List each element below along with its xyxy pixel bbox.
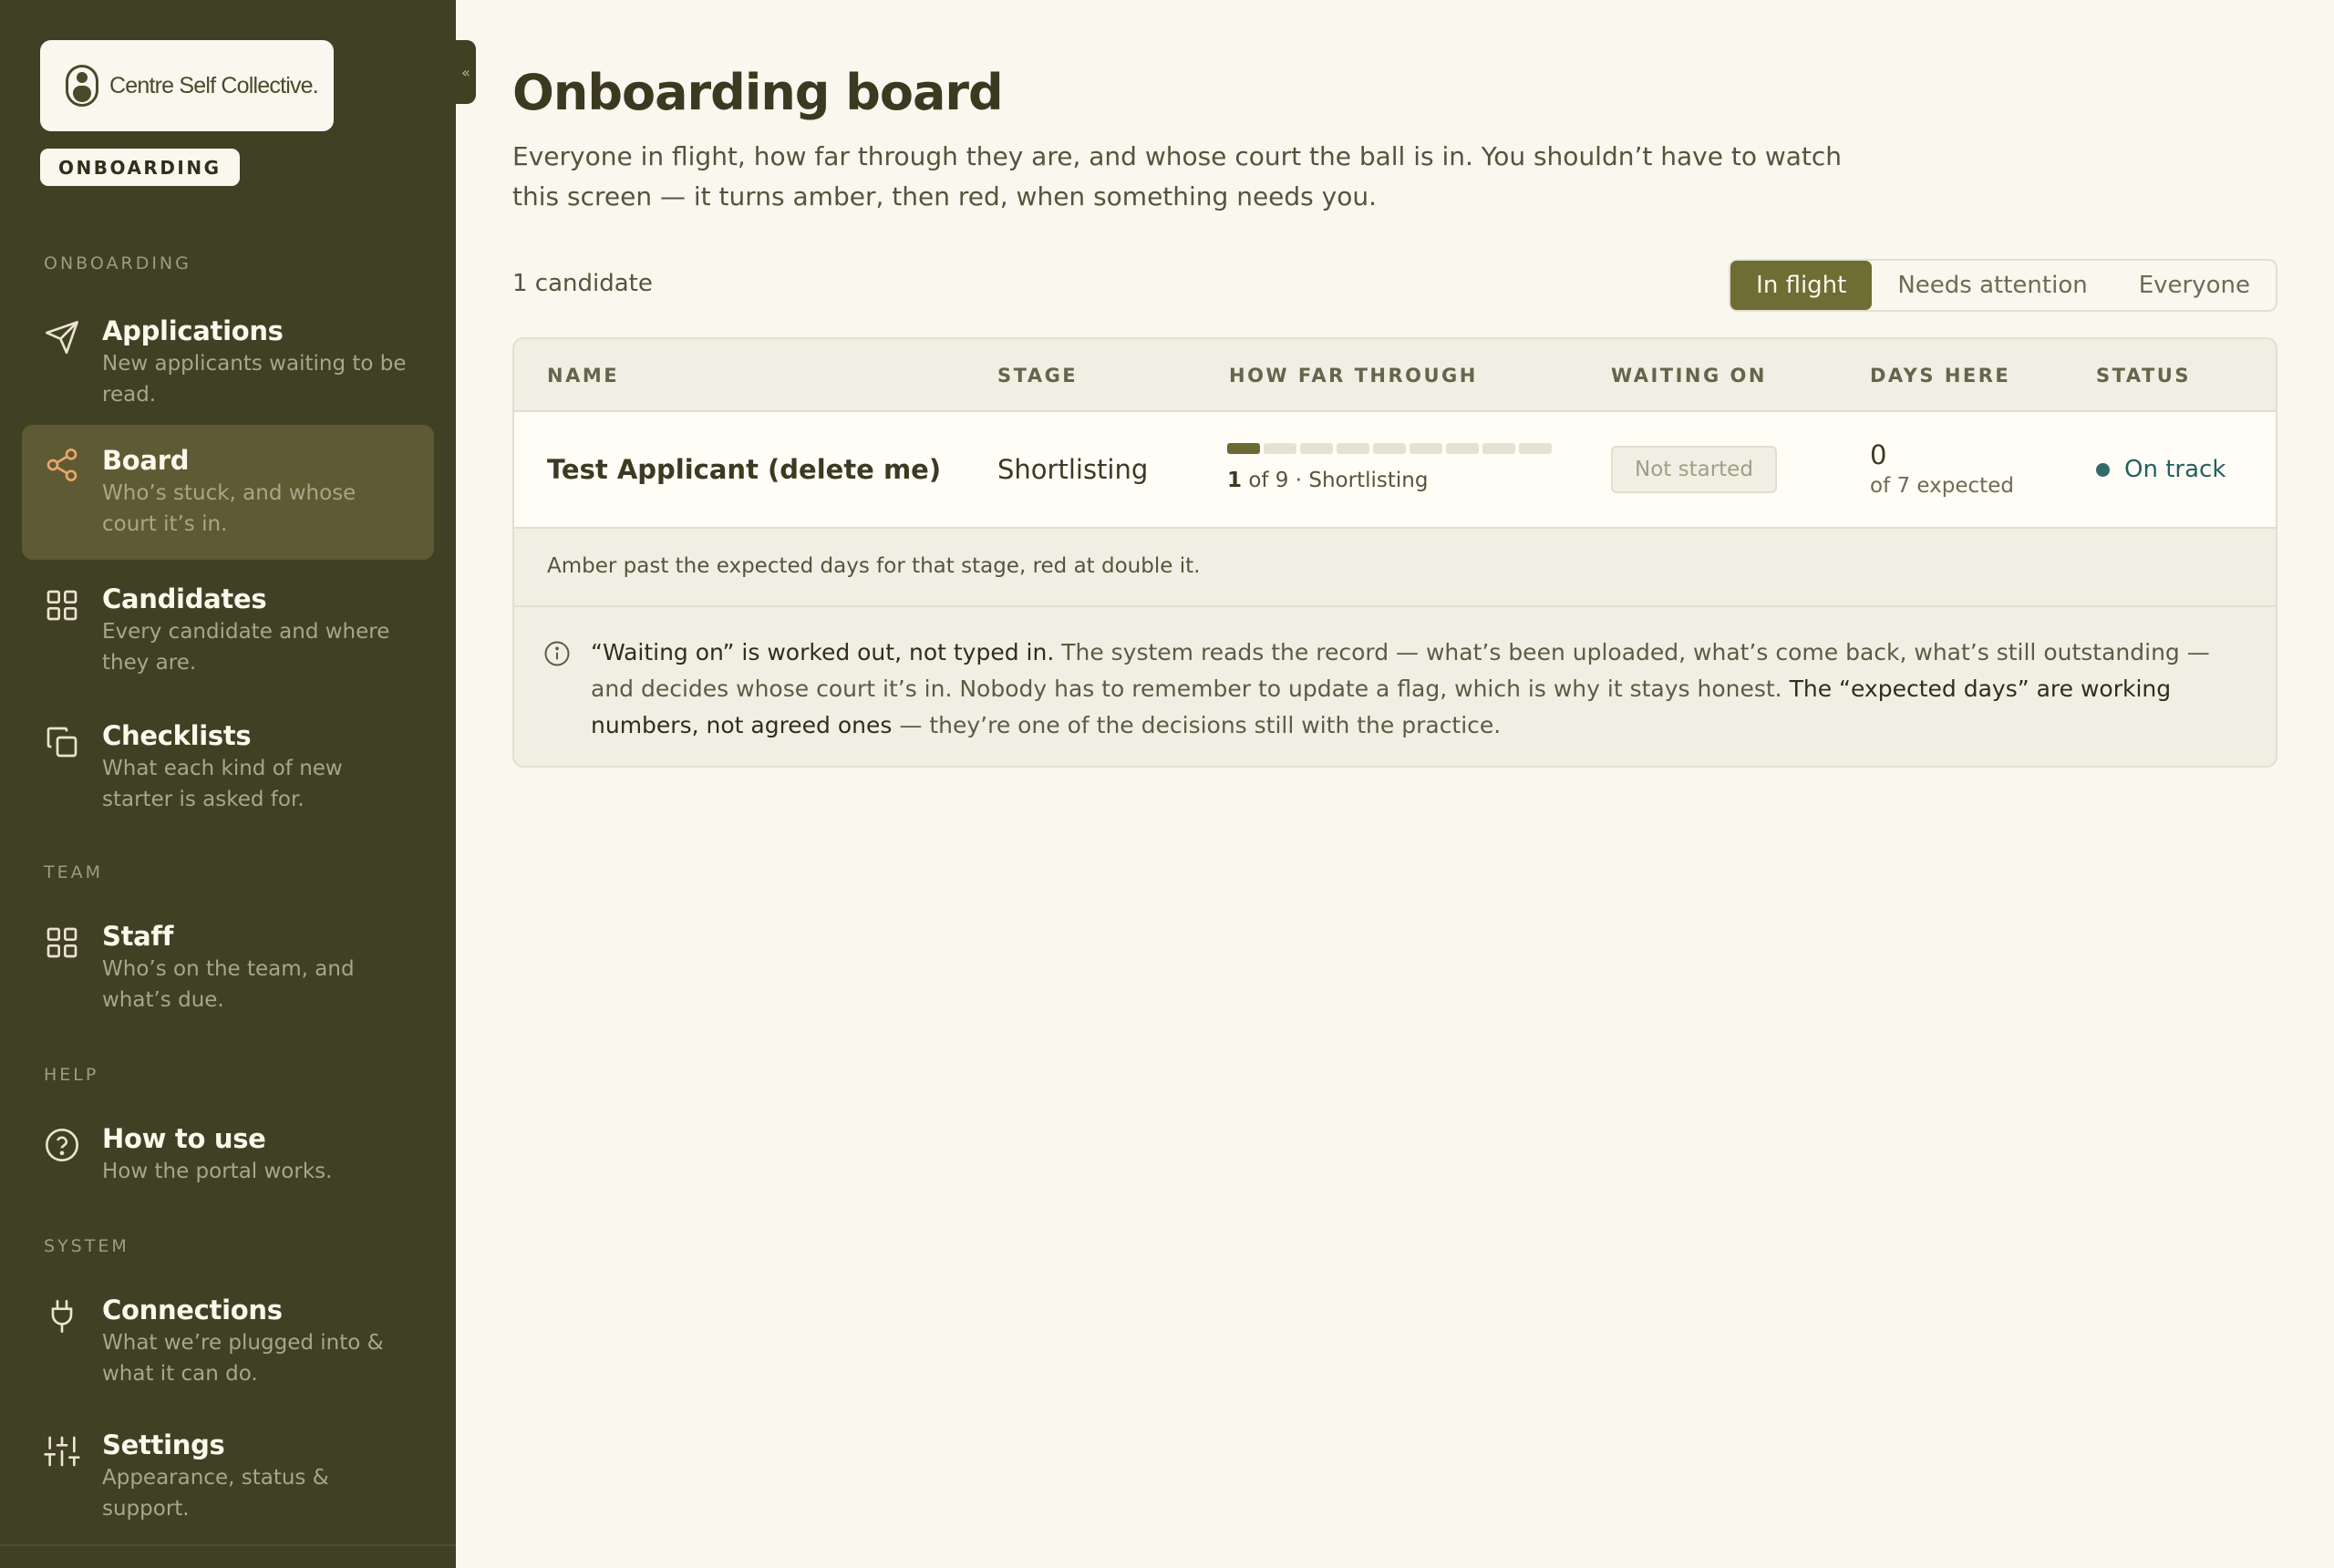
info-icon <box>544 641 570 666</box>
column-header-name[interactable]: NAME <box>547 365 619 387</box>
sliders-icon <box>44 1436 80 1467</box>
brand-logo-icon <box>66 65 98 107</box>
progress-rest: of 9 · Shortlisting <box>1248 469 1429 492</box>
progress-segment <box>1227 443 1260 454</box>
page-title: Onboarding board <box>512 64 1004 121</box>
progress-indicator: 1 of 9 · Shortlisting <box>1227 443 1552 492</box>
sidebar-item-title: Settings <box>102 1429 225 1460</box>
progress-segment <box>1300 443 1333 454</box>
progress-current: 1 <box>1227 469 1243 492</box>
grid-icon <box>46 927 77 958</box>
copy-icon <box>46 727 77 758</box>
sidebar-item-title: Applications <box>102 315 284 346</box>
sidebar-item-checklists[interactable]: Checklists What each kind of new starter… <box>22 707 434 826</box>
sidebar-item-staff[interactable]: Staff Who’s on the team, and what’s due. <box>22 908 434 1026</box>
nav-section-help: HELP <box>44 1065 99 1085</box>
filter-segmented-control: In flight Needs attention Everyone <box>1729 259 2277 312</box>
send-icon <box>46 321 78 354</box>
column-header-days-here[interactable]: DAYS HERE <box>1870 365 2010 387</box>
table-row[interactable]: Test Applicant (delete me) Shortlisting … <box>514 412 2276 529</box>
sidebar-item-applications[interactable]: Applications New applicants waiting to b… <box>22 303 434 407</box>
waiting-on-badge: Not started <box>1611 446 1777 493</box>
onboarding-table: NAME STAGE HOW FAR THROUGH WAITING ON DA… <box>512 337 2277 768</box>
days-here-value: 0 <box>1870 439 1887 470</box>
share-icon <box>46 449 77 481</box>
progress-segment <box>1264 443 1296 454</box>
sidebar-item-desc: How the portal works. <box>102 1160 333 1183</box>
days-expected: of 7 expected <box>1870 474 2014 498</box>
brand-logo[interactable]: Centre Self Collective. <box>40 40 334 131</box>
info-note: “Waiting on” is worked out, not typed in… <box>514 607 2276 744</box>
sidebar-item-title: Connections <box>102 1295 283 1326</box>
sidebar-item-connections[interactable]: Connections What we’re plugged into & wh… <box>22 1282 434 1400</box>
sidebar-item-desc: What we’re plugged into & what it can do… <box>102 1331 384 1386</box>
days-here: 0 of 7 expected <box>1870 439 2014 498</box>
sidebar-item-desc: New applicants waiting to be read. <box>102 352 407 407</box>
candidate-count: 1 candidate <box>512 270 653 297</box>
filter-needs-attention[interactable]: Needs attention <box>1872 261 2112 310</box>
info-note-body-2: — they’re one of the decisions still wit… <box>892 712 1502 738</box>
table-header: NAME STAGE HOW FAR THROUGH WAITING ON DA… <box>514 339 2276 412</box>
role-badge: ONBOARDING <box>40 149 240 186</box>
sidebar-item-desc: Appearance, status & support. <box>102 1466 329 1521</box>
candidate-stage: Shortlisting <box>997 454 1149 485</box>
grid-icon <box>46 590 77 621</box>
collapse-sidebar-button[interactable]: « <box>456 40 476 104</box>
progress-segment <box>1373 443 1406 454</box>
sidebar-item-title: Checklists <box>102 720 252 751</box>
progress-label: 1 of 9 · Shortlisting <box>1227 469 1552 492</box>
nav-section-onboarding: ONBOARDING <box>44 253 191 273</box>
brand-name: Centre Self Collective. <box>109 72 319 98</box>
status-badge: On track <box>2096 456 2226 483</box>
nav-section-system: SYSTEM <box>44 1236 129 1256</box>
progress-segment <box>1482 443 1515 454</box>
status-dot-icon <box>2096 462 2110 477</box>
column-header-waiting-on[interactable]: WAITING ON <box>1611 365 1767 387</box>
sidebar: Centre Self Collective. ONBOARDING ONBOA… <box>0 0 456 1568</box>
column-header-stage[interactable]: STAGE <box>997 365 1078 387</box>
column-header-status[interactable]: STATUS <box>2096 365 2191 387</box>
sidebar-item-desc: Who’s on the team, and what’s due. <box>102 957 355 1012</box>
chevrons-left-icon: « <box>461 63 470 81</box>
candidate-name[interactable]: Test Applicant (delete me) <box>547 454 941 485</box>
status-legend: Amber past the expected days for that st… <box>514 529 2276 607</box>
sidebar-item-desc: Every candidate and where they are. <box>102 620 390 675</box>
sidebar-item-title: Staff <box>102 921 174 952</box>
sidebar-item-how-to-use[interactable]: How to use How the portal works. <box>22 1110 434 1202</box>
filter-everyone[interactable]: Everyone <box>2113 261 2276 310</box>
sidebar-item-title: Board <box>102 445 190 476</box>
progress-segment <box>1446 443 1479 454</box>
sidebar-item-board[interactable]: Board Who’s stuck, and whose court it’s … <box>22 425 434 560</box>
sidebar-item-desc: What each kind of new starter is asked f… <box>102 757 343 811</box>
sidebar-item-title: How to use <box>102 1123 266 1154</box>
help-circle-icon <box>46 1129 78 1161</box>
filter-in-flight[interactable]: In flight <box>1730 261 1873 310</box>
progress-track <box>1227 443 1552 454</box>
sidebar-item-desc: Who’s stuck, and whose court it’s in. <box>102 481 356 536</box>
sidebar-divider <box>0 1544 456 1546</box>
progress-segment <box>1337 443 1369 454</box>
info-note-text: “Waiting on” is worked out, not typed in… <box>591 634 2248 744</box>
plug-icon <box>51 1300 73 1333</box>
progress-segment <box>1519 443 1552 454</box>
column-header-progress[interactable]: HOW FAR THROUGH <box>1229 365 1478 387</box>
sidebar-item-candidates[interactable]: Candidates Every candidate and where the… <box>22 571 434 689</box>
nav-section-team: TEAM <box>44 862 104 882</box>
page-intro: Everyone in flight, how far through they… <box>512 141 1843 211</box>
status-label: On track <box>2124 456 2226 483</box>
info-note-lead: “Waiting on” is worked out, not typed in… <box>591 639 1055 665</box>
progress-segment <box>1410 443 1442 454</box>
sidebar-item-settings[interactable]: Settings Appearance, status & support. <box>22 1417 434 1521</box>
sidebar-item-title: Candidates <box>102 583 267 614</box>
